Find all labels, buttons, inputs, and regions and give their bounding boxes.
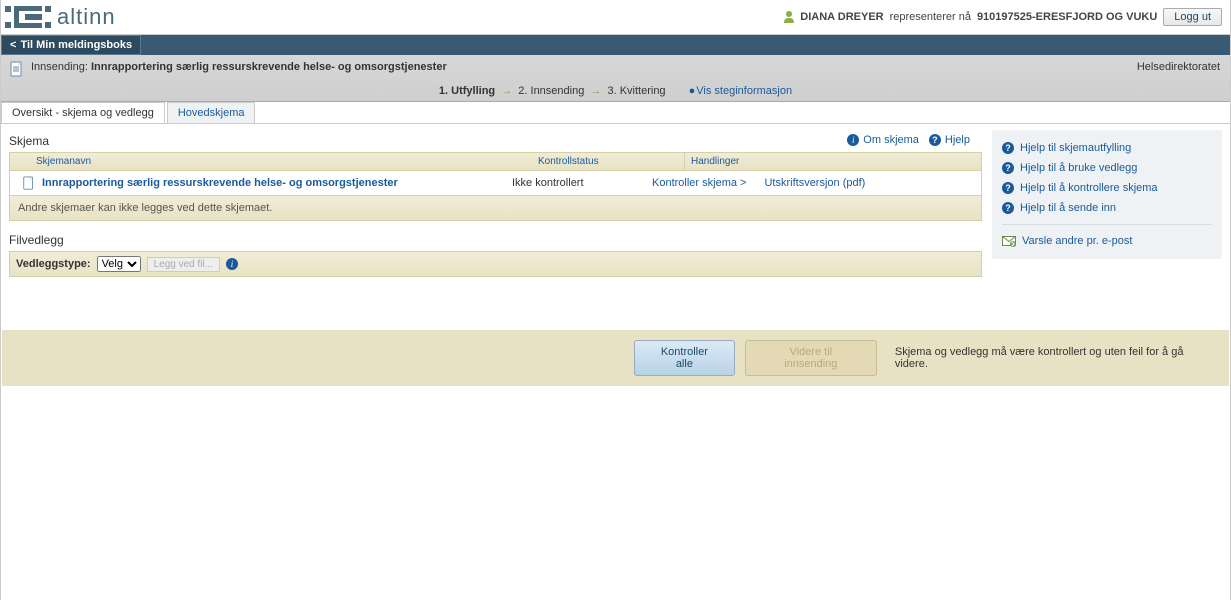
help-send-label: Hjelp til å sende inn [1020, 202, 1116, 214]
navbar: < Til Min meldingsboks [1, 35, 1230, 55]
table-header: Skjemanavn Kontrollstatus Handlinger [10, 153, 981, 171]
back-to-inbox-link[interactable]: < Til Min meldingsboks [1, 35, 141, 55]
question-icon: ? [1002, 202, 1014, 214]
question-icon: ? [929, 134, 941, 146]
videre-button: Videre til innsending [745, 340, 877, 376]
altinn-logo-icon [5, 6, 51, 28]
kontroller-skjema-link[interactable]: Kontroller skjema > [652, 177, 746, 189]
user-name: DIANA DREYER [800, 11, 883, 23]
notify-label: Varsle andre pr. e-post [1022, 235, 1132, 247]
help-fill-label: Hjelp til skjemautfylling [1020, 142, 1131, 154]
user-area: DIANA DREYER representerer nå 910197525-… [784, 8, 1222, 26]
help-send-link[interactable]: ? Hjelp til å sende inn [1002, 198, 1212, 218]
document-icon [9, 61, 25, 77]
document-icon [22, 175, 36, 191]
tab-hovedskjema[interactable]: Hovedskjema [167, 102, 256, 123]
action-bar: Kontroller alle Videre til innsending Sk… [2, 330, 1229, 386]
submission-title: Innrapportering særlig ressurskrevende h… [91, 61, 447, 73]
arrow-icon: → [590, 85, 601, 97]
question-icon: ? [1002, 182, 1014, 194]
step-1: 1. Utfylling [439, 85, 495, 97]
tabs: Oversikt - skjema og vedlegg Hovedskjema [1, 102, 1230, 124]
step-2: 2. Innsending [518, 85, 584, 97]
step-indicator: 1. Utfylling → 2. Innsending → 3. Kvitte… [9, 85, 1222, 97]
footer-note: Skjema og vedlegg må være kontrollert og… [895, 346, 1217, 370]
submission-infobar: Innsending: Innrapportering særlig ressu… [1, 55, 1230, 102]
org-name: 910197525-ERESFJORD OG VUKU [977, 11, 1157, 23]
om-skjema-label: Om skjema [863, 134, 919, 146]
skjema-table: Skjemanavn Kontrollstatus Handlinger Inn… [9, 152, 982, 221]
col-kontrollstatus[interactable]: Kontrollstatus [532, 153, 684, 170]
help-fill-link[interactable]: ? Hjelp til skjemautfylling [1002, 138, 1212, 158]
user-icon [784, 11, 794, 23]
owner-label: Helsedirektoratet [1137, 61, 1220, 73]
help-check-link[interactable]: ? Hjelp til å kontrollere skjema [1002, 178, 1212, 198]
top-help-links: i Om skjema ? Hjelp [847, 130, 970, 146]
om-skjema-link[interactable]: i Om skjema [847, 134, 919, 146]
legg-ved-fil-button: Legg ved fil... [147, 257, 220, 272]
filvedlegg-title: Filvedlegg [9, 233, 982, 247]
help-check-label: Hjelp til å kontrollere skjema [1020, 182, 1158, 194]
notify-email-link[interactable]: Varsle andre pr. e-post [1002, 231, 1212, 251]
help-attach-link[interactable]: ? Hjelp til å bruke vedlegg [1002, 158, 1212, 178]
back-label: Til Min meldingsboks [20, 39, 132, 51]
utskriftsversjon-link[interactable]: Utskriftsversjon (pdf) [764, 177, 865, 189]
hjelp-label: Hjelp [945, 134, 970, 146]
info-dot-icon: ● [689, 85, 696, 97]
form-name-link[interactable]: Innrapportering særlig ressurskrevende h… [42, 177, 398, 189]
chevron-left-icon: < [10, 39, 16, 51]
vedleggstype-select[interactable]: Velg [97, 256, 141, 272]
hjelp-link[interactable]: ? Hjelp [929, 134, 970, 146]
brand-logo[interactable]: altinn [5, 4, 116, 30]
row-status: Ikke kontrollert [512, 177, 652, 189]
info-icon: i [847, 134, 859, 146]
brand-text: altinn [57, 4, 116, 30]
filvedlegg-section: Filvedlegg Vedleggstype: Velg Legg ved f… [9, 233, 982, 277]
col-skjemanavn[interactable]: Skjemanavn [10, 153, 532, 170]
kontroller-alle-button[interactable]: Kontroller alle [634, 340, 735, 376]
step-info-label: Vis steginformasjon [696, 85, 792, 97]
rep-text: representerer nå [890, 11, 971, 23]
question-icon: ? [1002, 162, 1014, 174]
info-icon[interactable]: i [226, 258, 238, 270]
main-panel: i Om skjema ? Hjelp Skjema Skjemanavn Kont… [9, 130, 982, 277]
app-header: altinn DIANA DREYER representerer nå 910… [1, 0, 1230, 35]
table-footer-note: Andre skjemaer kan ikke legges ved dette… [10, 195, 981, 220]
arrow-icon: → [501, 85, 512, 97]
side-panel: ? Hjelp til skjemautfylling ? Hjelp til å … [992, 130, 1222, 277]
table-row: Innrapportering særlig ressurskrevende h… [10, 171, 981, 195]
col-handlinger: Handlinger [684, 153, 981, 170]
mail-icon [1002, 236, 1016, 247]
filvedlegg-bar: Vedleggstype: Velg Legg ved fil... i [9, 251, 982, 277]
step-3: 3. Kvittering [607, 85, 665, 97]
vedleggstype-label: Vedleggstype: [16, 258, 91, 270]
logout-button[interactable]: Logg ut [1163, 8, 1222, 26]
tab-overview[interactable]: Oversikt - skjema og vedlegg [1, 102, 165, 123]
submission-label: Innsending: [31, 61, 88, 73]
help-attach-label: Hjelp til å bruke vedlegg [1020, 162, 1137, 174]
step-info-link[interactable]: ●Vis steginformasjon [689, 85, 792, 97]
question-icon: ? [1002, 142, 1014, 154]
divider [1002, 224, 1212, 225]
skjema-section-title: Skjema [9, 134, 982, 148]
